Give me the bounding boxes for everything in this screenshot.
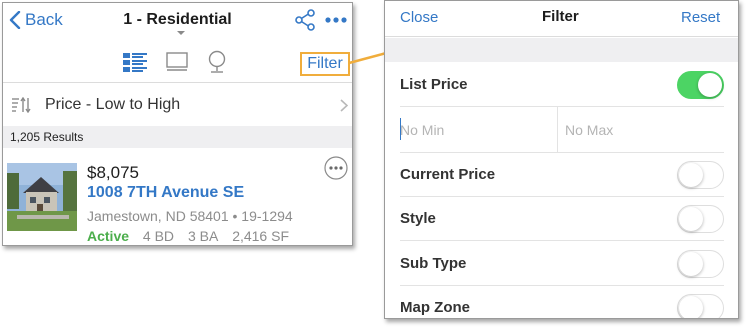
filter-row-sub-type: Sub Type — [385, 242, 738, 286]
toggle-current-price[interactable] — [677, 161, 724, 189]
filter-row-style: Style — [385, 197, 738, 241]
filter-label-style: Style — [400, 210, 436, 227]
sort-icon — [12, 97, 31, 113]
list-view-icon[interactable] — [123, 52, 147, 72]
filter-label-list-price: List Price — [400, 76, 468, 93]
sort-label: Price - Low to High — [45, 96, 181, 113]
close-button[interactable]: Close — [400, 9, 438, 26]
filter-row-map-zone: Map Zone — [385, 286, 738, 318]
filter-label-sub-type: Sub Type — [400, 255, 467, 272]
toggle-map-zone[interactable] — [677, 294, 724, 318]
min-price-input[interactable] — [400, 115, 550, 145]
toggle-knob — [679, 252, 703, 276]
share-icon[interactable] — [294, 9, 316, 31]
listing-card[interactable]: $8,075 1008 7TH Avenue SE Jamestown, ND … — [3, 151, 352, 245]
toggle-style[interactable] — [677, 205, 724, 233]
row-divider — [400, 240, 724, 241]
filter-screen: Close Filter Reset List Price Current Pr… — [384, 0, 739, 319]
listing-beds: 4 BD — [142, 228, 175, 244]
section-spacer — [385, 38, 738, 62]
more-horizontal-icon[interactable] — [325, 16, 347, 24]
gallery-view-icon[interactable] — [166, 52, 188, 72]
reset-button[interactable]: Reset — [681, 9, 720, 26]
filter-button[interactable]: Filter — [300, 52, 350, 76]
results-count: 1,205 Results — [10, 130, 84, 144]
map-view-icon[interactable] — [207, 50, 227, 74]
filter-title: Filter — [542, 8, 579, 25]
filter-row-list-price: List Price — [385, 63, 738, 107]
sort-selector[interactable]: Price - Low to High — [3, 85, 352, 125]
listing-city-mls: Jamestown, ND 58401 • 19-1294 — [87, 208, 293, 224]
toggle-knob — [679, 207, 703, 231]
listing-address[interactable]: 1008 7TH Avenue SE — [87, 184, 244, 202]
toggle-knob — [698, 73, 722, 97]
text-cursor — [400, 118, 401, 140]
filter-row-current-price: Current Price — [385, 153, 738, 197]
max-price-input[interactable] — [565, 115, 715, 145]
status-badge: Active — [87, 228, 130, 244]
range-separator — [557, 107, 558, 153]
view-mode-bar: Filter — [3, 43, 352, 83]
property-photo — [7, 163, 77, 231]
price-range-inputs — [385, 107, 738, 153]
listing-sqft: 2,416 SF — [232, 228, 290, 244]
filter-header: Close Filter Reset — [385, 1, 738, 37]
results-header: Back 1 - Residential — [3, 3, 352, 39]
listing-more-icon[interactable] — [324, 156, 348, 180]
title-dropdown-caret-icon — [177, 31, 185, 35]
listing-details: Active 4 BD 3 BA 2,416 SF — [87, 228, 299, 244]
toggle-knob — [679, 296, 703, 318]
filter-label-current-price: Current Price — [400, 166, 496, 183]
listing-price: $8,075 — [87, 163, 139, 182]
chevron-right-icon — [340, 99, 348, 112]
toggle-knob — [679, 163, 703, 187]
toggle-sub-type[interactable] — [677, 250, 724, 278]
listing-baths: 3 BA — [187, 228, 219, 244]
toggle-list-price[interactable] — [677, 71, 724, 99]
filter-label-map-zone: Map Zone — [400, 299, 470, 316]
listing-results-screen: Back 1 - Residential Filter Price - Low … — [2, 2, 353, 246]
results-count-bar: 1,205 Results — [3, 126, 352, 148]
